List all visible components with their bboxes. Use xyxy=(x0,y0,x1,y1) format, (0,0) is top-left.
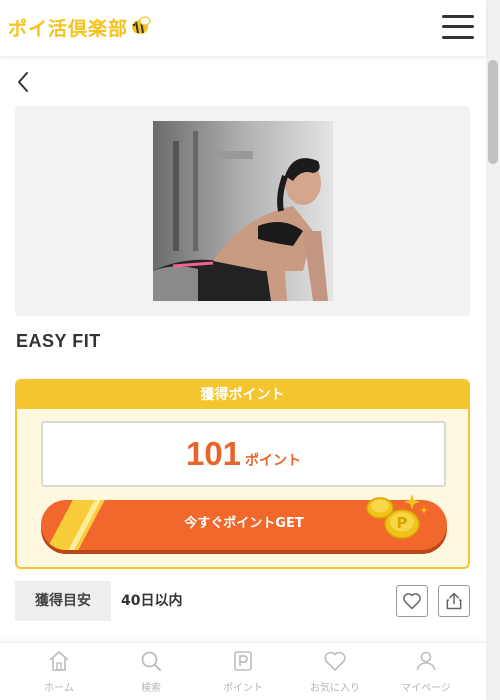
heart-icon xyxy=(403,593,421,610)
tab-search-label: 検索 xyxy=(141,683,161,694)
tab-favorites[interactable]: お気に入り xyxy=(289,649,381,694)
earn-estimate-label: 獲得目安 xyxy=(15,581,111,621)
logo-text: ポイ活倶楽部 xyxy=(8,18,129,40)
offer-image[interactable] xyxy=(153,121,333,301)
hamburger-menu-icon[interactable] xyxy=(442,14,474,40)
home-icon xyxy=(49,651,69,671)
tab-home-label: ホーム xyxy=(44,683,74,694)
points-unit: ポイント xyxy=(245,453,302,469)
earn-estimate-value: 40日以内 xyxy=(121,593,183,609)
tab-search[interactable]: 検索 xyxy=(105,649,197,694)
site-logo[interactable]: ポイ活倶楽部 xyxy=(8,14,152,41)
tab-home[interactable]: ホーム xyxy=(13,649,105,694)
share-button[interactable] xyxy=(438,585,470,617)
tab-points-label: ポイント xyxy=(223,683,263,694)
point-p-icon xyxy=(234,651,252,671)
tab-points[interactable]: ポイント xyxy=(197,649,289,694)
fitness-woman-photo xyxy=(153,121,333,301)
svg-text:P: P xyxy=(397,514,408,532)
points-amount-box: 101 ポイント xyxy=(41,421,446,487)
share-icon xyxy=(446,592,462,610)
bottom-tab-bar: ホーム 検索 ポイント お気に入り マイページ xyxy=(0,642,486,700)
bee-icon xyxy=(130,15,152,40)
points-amount: 101 xyxy=(185,435,242,472)
search-icon xyxy=(141,651,161,671)
offer-image-container xyxy=(15,106,470,316)
back-button[interactable] xyxy=(14,70,34,94)
heart-icon xyxy=(324,651,346,671)
scrollbar-thumb[interactable] xyxy=(488,60,498,164)
coins-icon: P xyxy=(360,490,432,550)
chevron-left-icon xyxy=(18,72,28,92)
tab-favorites-label: お気に入り xyxy=(310,683,360,694)
offer-title: EASY FIT xyxy=(16,331,101,351)
tab-mypage-label: マイページ xyxy=(401,683,451,694)
scrollbar[interactable] xyxy=(486,0,500,700)
user-icon xyxy=(416,651,436,671)
favorite-button[interactable] xyxy=(396,585,428,617)
points-header: 獲得ポイント xyxy=(17,381,468,409)
app-header: ポイ活倶楽部 xyxy=(0,0,486,56)
tab-mypage[interactable]: マイページ xyxy=(380,649,472,694)
